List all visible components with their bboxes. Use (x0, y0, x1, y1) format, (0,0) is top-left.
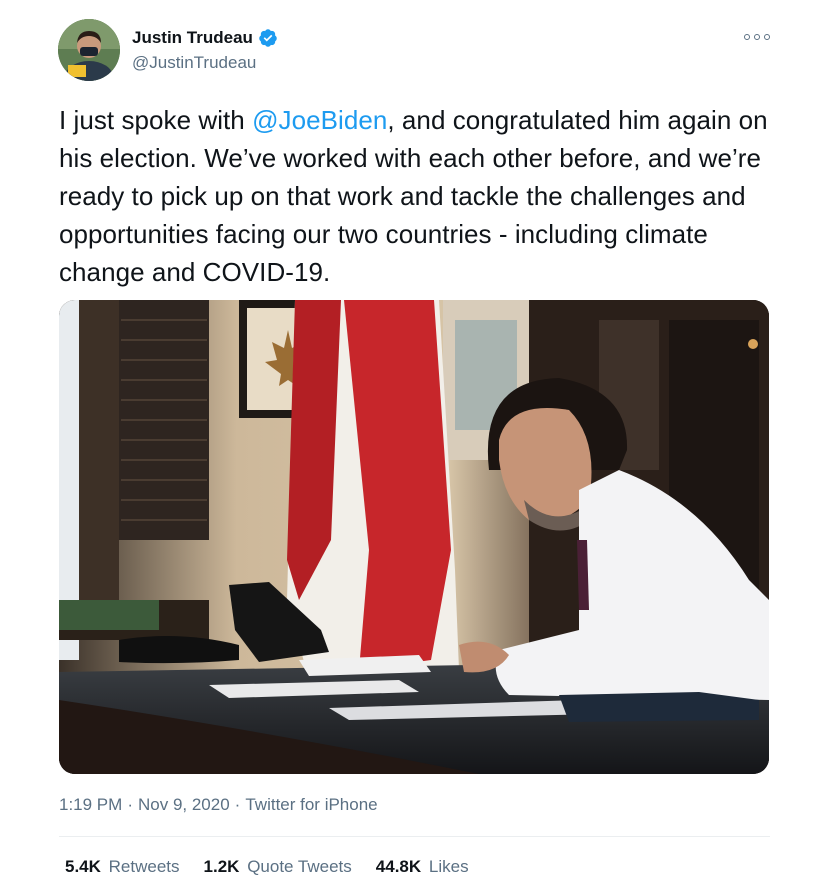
tweet-text: I just spoke with @JoeBiden, and congrat… (59, 101, 779, 291)
dot (744, 34, 750, 40)
tweet-photo[interactable] (59, 300, 769, 774)
quote-tweets-count: 1.2K (203, 857, 240, 876)
more-options-icon[interactable] (744, 30, 770, 44)
tweet-card: Justin Trudeau @JustinTrudeau I just spo… (0, 0, 837, 891)
dot (764, 34, 770, 40)
author-name-row[interactable]: Justin Trudeau (132, 28, 278, 48)
retweets-stat[interactable]: 5.4K Retweets (65, 857, 180, 877)
tweet-text-part: I just spoke with (59, 105, 253, 135)
avatar[interactable] (58, 19, 120, 81)
author-handle[interactable]: @JustinTrudeau (132, 53, 256, 73)
verified-badge-icon (259, 29, 277, 47)
retweets-label: Retweets (108, 857, 180, 876)
tweet-date[interactable]: Nov 9, 2020 (138, 795, 230, 815)
tweet-source[interactable]: Twitter for iPhone (245, 795, 377, 815)
meta-separator: · (127, 795, 133, 814)
meta-separator: · (234, 795, 241, 814)
likes-label: Likes (428, 857, 469, 876)
likes-stat[interactable]: 44.8K Likes (376, 857, 469, 877)
dot (754, 34, 760, 40)
tweet-stats: 5.4K Retweets 1.2K Quote Tweets 44.8K Li… (65, 857, 469, 877)
quote-tweets-label: Quote Tweets (247, 857, 352, 876)
avatar-image (58, 19, 120, 81)
display-name[interactable]: Justin Trudeau (132, 28, 253, 48)
tweet-time[interactable]: 1:19 PM (59, 795, 122, 815)
divider (59, 836, 770, 837)
likes-count: 44.8K (375, 857, 422, 876)
tweet-meta: 1:19 PM · Nov 9, 2020 · Twitter for iPho… (59, 795, 378, 815)
quote-tweets-stat[interactable]: 1.2K Quote Tweets (204, 857, 352, 877)
mention-link[interactable]: @JoeBiden (252, 105, 387, 135)
photo-image (59, 300, 769, 774)
retweets-count: 5.4K (65, 857, 101, 876)
